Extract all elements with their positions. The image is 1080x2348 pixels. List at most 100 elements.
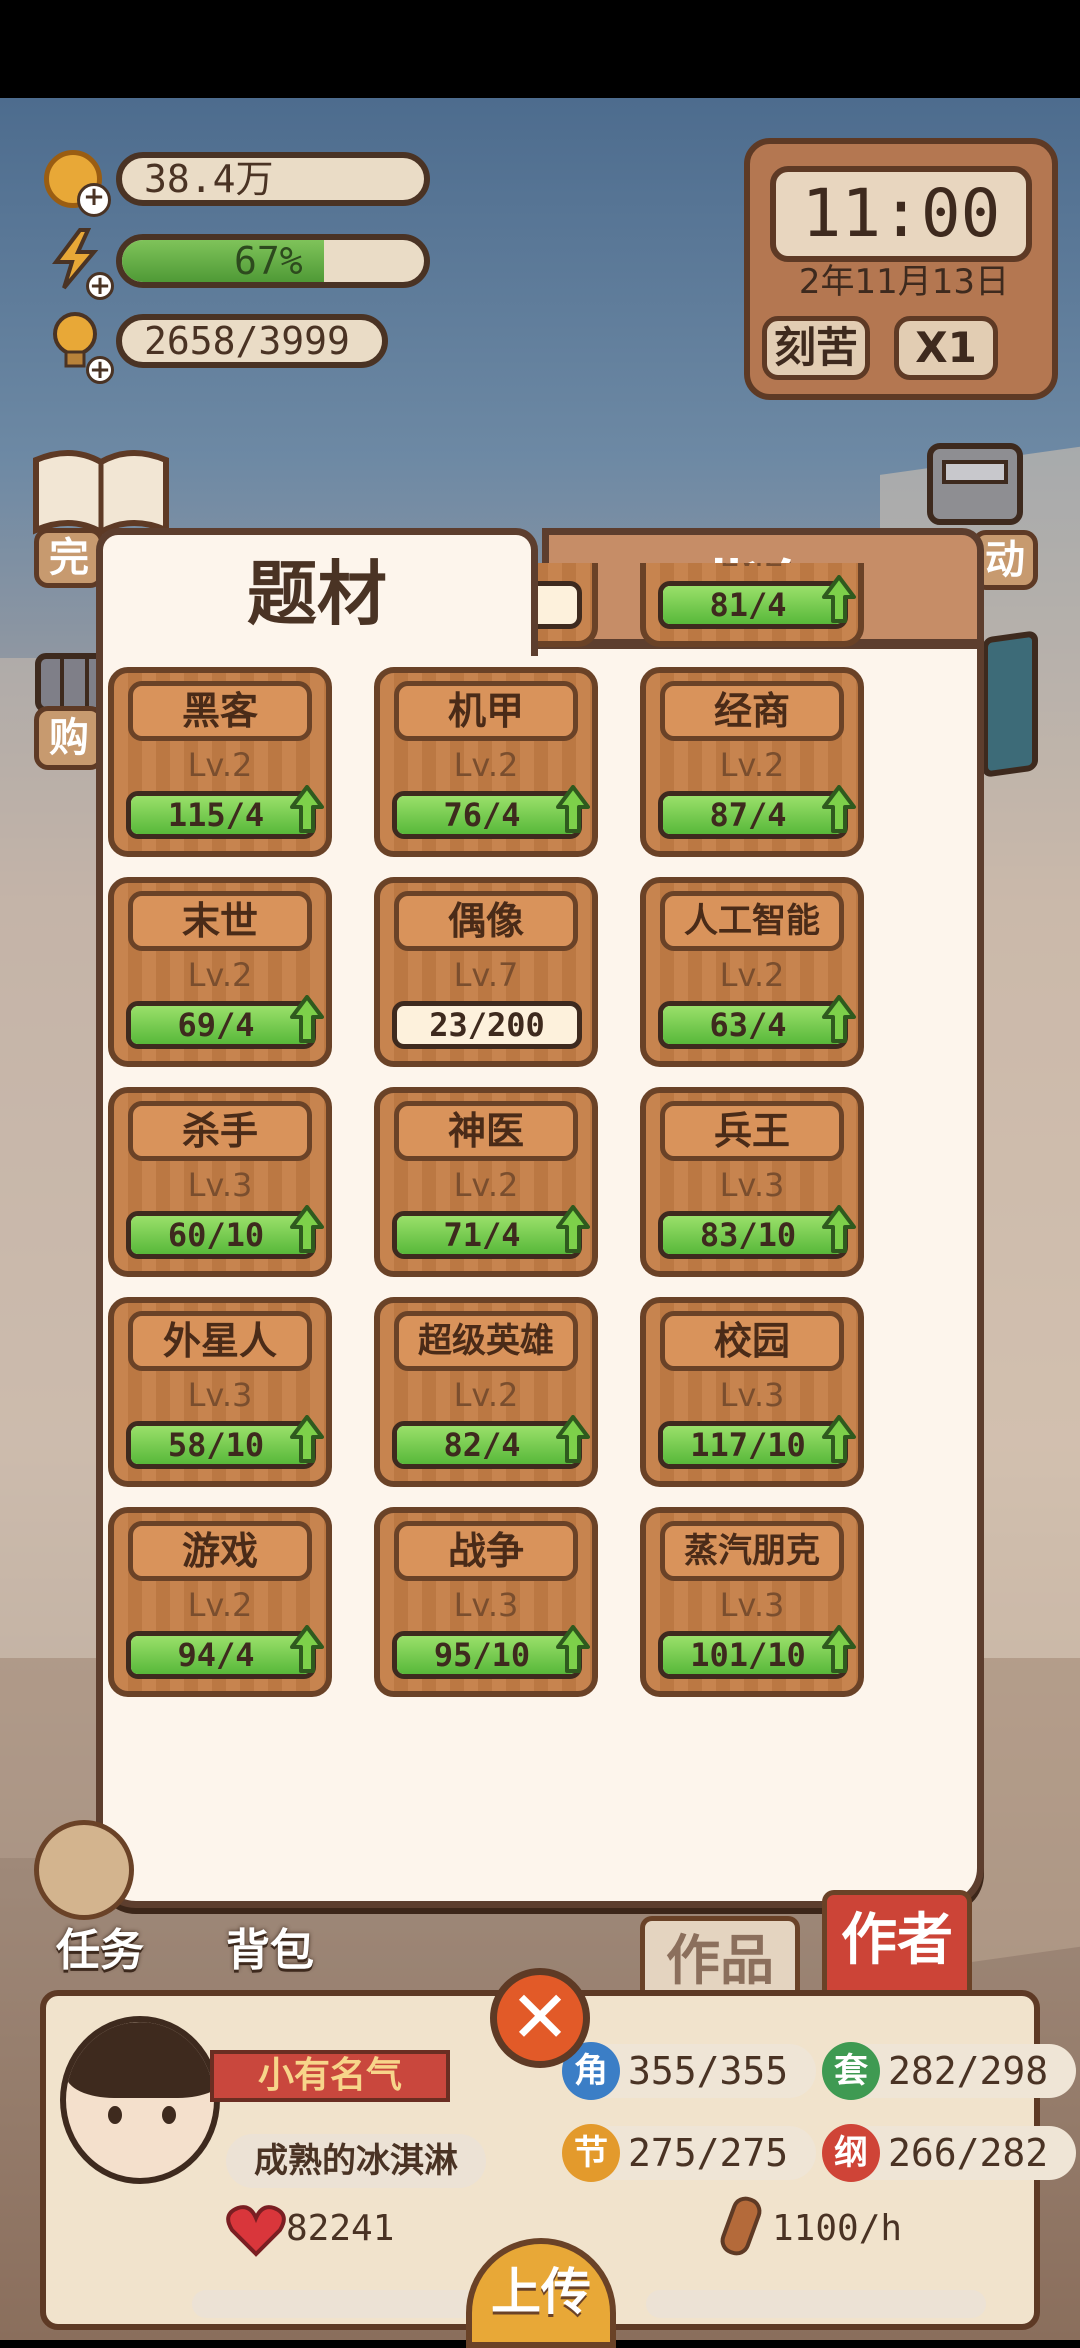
speed-button[interactable]: X1: [894, 316, 998, 380]
topic-progress-bar: 60/10: [126, 1211, 316, 1259]
topic-progress-text: 82/4: [443, 1426, 521, 1464]
topic-level: Lv.3: [187, 1166, 253, 1204]
topic-card[interactable]: 黑帮Lv.281/4: [640, 563, 864, 647]
stat-value: 275/275: [628, 2131, 789, 2175]
topic-name: 外星人: [128, 1311, 312, 1371]
topic-progress-text: 83/10: [699, 1216, 797, 1254]
topic-level: Lv.2: [453, 1166, 519, 1204]
topic-name: 超级英雄: [394, 1311, 578, 1371]
upgrade-arrow-icon[interactable]: [556, 1415, 590, 1463]
topic-card[interactable]: 人工智能 Lv.2 63/4: [640, 877, 864, 1067]
topic-card[interactable]: 神医 Lv.2 71/4: [374, 1087, 598, 1277]
upgrade-arrow-icon[interactable]: [556, 1205, 590, 1253]
profile-stat: 角 355/355: [562, 2042, 816, 2100]
topic-card[interactable]: 偶像 Lv.7 23/200: [374, 877, 598, 1067]
topic-card[interactable]: 兵王 Lv.3 83/10: [640, 1087, 864, 1277]
stat-value: 266/282: [888, 2131, 1049, 2175]
topic-level: Lv.2: [187, 956, 253, 994]
topic-progress-text: 76/4: [443, 796, 521, 834]
topic-progress-text: 71/4: [443, 1216, 521, 1254]
topic-progress-text: 115/4: [167, 796, 265, 834]
upgrade-arrow-icon[interactable]: [290, 1205, 324, 1253]
stat-value: 355/355: [628, 2049, 789, 2093]
upgrade-arrow-icon[interactable]: [822, 575, 856, 623]
topic-card[interactable]: 末世 Lv.2 69/4: [108, 877, 332, 1067]
game-clock: 11:00 2年11月13日 刻苦 X1: [744, 138, 1058, 400]
topic-progress-text: 23/200: [429, 1006, 545, 1044]
topic-progress-text: 60/10: [167, 1216, 265, 1254]
topic-card[interactable]: 游戏 Lv.2 94/4: [108, 1507, 332, 1697]
upgrade-arrow-icon[interactable]: [290, 1625, 324, 1673]
tab-topics[interactable]: 题材: [96, 528, 538, 656]
topic-progress-text: 69/4: [177, 1006, 255, 1044]
energy-icon[interactable]: +: [50, 228, 114, 300]
topic-progress-text: 101/10: [690, 1636, 806, 1674]
stat-badge-icon: 节: [562, 2124, 620, 2182]
bag-label[interactable]: 背包: [226, 1914, 314, 1978]
progress-track: [192, 2290, 482, 2318]
upgrade-arrow-icon[interactable]: [290, 995, 324, 1043]
tasks-icon[interactable]: [34, 1820, 134, 1920]
upgrade-arrow-icon[interactable]: [822, 1625, 856, 1673]
topic-level: Lv.2: [453, 746, 519, 784]
topic-level: Lv.3: [719, 1166, 785, 1204]
ideas-value: 2658/3999: [144, 319, 350, 363]
topic-progress-text: 94/4: [177, 1636, 255, 1674]
topic-card[interactable]: 蒸汽朋克 Lv.3 101/10: [640, 1507, 864, 1697]
player-name: 成熟的冰淇淋: [226, 2134, 486, 2188]
upgrade-arrow-icon[interactable]: [822, 995, 856, 1043]
upgrade-arrow-icon[interactable]: [556, 785, 590, 833]
ideas-bar: 2658/3999: [116, 314, 388, 368]
topic-level: Lv.2: [646, 563, 858, 575]
topic-card[interactable]: 外星人 Lv.3 58/10: [108, 1297, 332, 1487]
works-tab[interactable]: 作品: [640, 1916, 800, 1998]
profile-stat: 套 282/298: [822, 2042, 1076, 2100]
upgrade-arrow-icon[interactable]: [290, 1415, 324, 1463]
upgrade-arrow-icon[interactable]: [822, 785, 856, 833]
topic-name: 偶像: [394, 891, 578, 951]
energy-value: 67%: [234, 239, 303, 283]
topic-card[interactable]: 经商 Lv.2 87/4: [640, 667, 864, 857]
close-button[interactable]: ✕: [490, 1968, 590, 2068]
energy-bar: 67%: [116, 234, 430, 288]
rank-title: 小有名气: [257, 2055, 402, 2096]
tablet-icon: [982, 630, 1038, 778]
topic-card[interactable]: 黑客 Lv.2 115/4: [108, 667, 332, 857]
idea-bulb-icon[interactable]: +: [48, 310, 114, 384]
cabinet-icon[interactable]: [920, 440, 1030, 530]
topic-level: Lv.3: [187, 1376, 253, 1414]
upgrade-arrow-icon[interactable]: [556, 1625, 590, 1673]
topic-name: 杀手: [128, 1101, 312, 1161]
avatar[interactable]: [60, 2016, 220, 2184]
wood-icon: [714, 2194, 768, 2258]
topic-card[interactable]: 校园 Lv.3 117/10: [640, 1297, 864, 1487]
coin-icon[interactable]: +: [44, 150, 111, 217]
topic-name: 蒸汽朋克: [660, 1521, 844, 1581]
topic-name: 经商: [660, 681, 844, 741]
progress-track-right: [646, 2290, 986, 2318]
upgrade-arrow-icon[interactable]: [822, 1415, 856, 1463]
topic-progress-bar: 58/10: [126, 1421, 316, 1469]
profile-stat: 节 275/275: [562, 2124, 816, 2182]
topic-progress-text: 87/4: [709, 796, 787, 834]
upgrade-arrow-icon[interactable]: [290, 785, 324, 833]
topic-progress-bar: 115/4: [126, 791, 316, 839]
tasks-label[interactable]: 任务: [56, 1914, 144, 1978]
upgrade-arrow-icon[interactable]: [822, 1205, 856, 1253]
book-icon[interactable]: [26, 440, 176, 540]
topic-progress-text: 58/10: [167, 1426, 265, 1464]
topic-progress-bar: 95/10: [392, 1631, 582, 1679]
topic-card[interactable]: 战争 Lv.3 95/10: [374, 1507, 598, 1697]
profile-stat: 纲 266/282: [822, 2124, 1076, 2182]
topic-name: 兵王: [660, 1101, 844, 1161]
author-label: 作者: [841, 1908, 953, 1973]
stat-value: 282/298: [888, 2049, 1049, 2093]
topic-card[interactable]: 超级英雄 Lv.2 82/4: [374, 1297, 598, 1487]
topic-card[interactable]: 机甲 Lv.2 76/4: [374, 667, 598, 857]
topic-card-grid: 官场Lv.628/100鬼怪Lv.543/50黑帮Lv.281/4黑客Lv.21…: [64, 563, 930, 1881]
mode-button[interactable]: 刻苦: [762, 316, 870, 380]
author-tab[interactable]: 作者: [822, 1890, 972, 1994]
upload-label: 上传: [491, 2263, 591, 2321]
stat-badge-icon: 纲: [822, 2124, 880, 2182]
topic-card[interactable]: 杀手 Lv.3 60/10: [108, 1087, 332, 1277]
